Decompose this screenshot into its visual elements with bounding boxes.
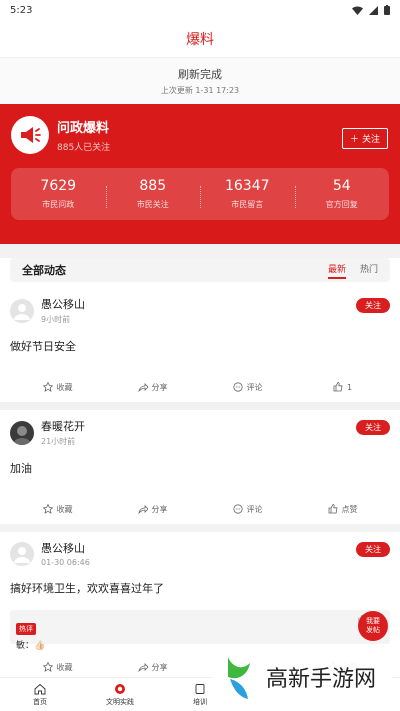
- like-button[interactable]: 1: [295, 382, 390, 392]
- refresh-indicator: 刷新完成 上次更新 1-31 17:23: [0, 58, 400, 104]
- stat-label: 市民留言: [231, 200, 264, 209]
- thumbs-up-icon: [328, 504, 337, 514]
- hot-comment[interactable]: 热评 敏：👍🏻 点赞: [10, 610, 390, 651]
- home-icon: [34, 683, 46, 694]
- book-icon: [195, 683, 205, 694]
- follower-count: 885人已关注: [57, 143, 111, 153]
- post-time: 01-30 06:46: [41, 558, 90, 567]
- collect-button[interactable]: 收藏: [10, 662, 105, 673]
- watermark: 高新手游网: [212, 649, 392, 705]
- stat-item[interactable]: 7629 市民问政: [11, 178, 106, 210]
- hot-comment-tag: 热评: [16, 623, 36, 635]
- feed-header: 全部动态 最新 热门: [10, 258, 390, 282]
- star-icon: [42, 504, 53, 514]
- share-button[interactable]: 分享: [105, 662, 200, 673]
- user-name[interactable]: 春暖花开: [41, 418, 85, 434]
- stat-value: 54: [332, 178, 351, 194]
- user-name[interactable]: 愚公移山: [41, 296, 85, 312]
- channel-header: 问政爆料 885人已关注 ＋ 关注 7629 市民问政 885 市民关注 163…: [0, 104, 400, 244]
- post-card[interactable]: 春暖花开 21小时前 关注 加油 收藏 分享 评论 点赞: [0, 410, 400, 532]
- post-actions: 收藏 分享 评论 点赞: [10, 494, 390, 524]
- stat-item[interactable]: 16347 市民留言: [200, 178, 295, 210]
- user-icon: [14, 546, 30, 563]
- watermark-logo: [228, 657, 250, 699]
- comment-button[interactable]: 评论: [200, 504, 295, 515]
- last-updated: 上次更新 1-31 17:23: [160, 86, 240, 95]
- status-bar: 5:23: [0, 0, 400, 20]
- system-icons: [352, 5, 390, 15]
- collect-button[interactable]: 收藏: [10, 504, 105, 515]
- post-content: 搞好环境卫生，欢欢喜喜过年了: [10, 582, 164, 595]
- follow-channel-button[interactable]: ＋ 关注: [341, 128, 388, 149]
- avatar[interactable]: [10, 420, 34, 445]
- share-icon: [137, 663, 148, 672]
- divider: [0, 244, 400, 258]
- share-icon: [137, 505, 148, 514]
- comment-button[interactable]: 评论: [200, 382, 295, 393]
- clock: 5:23: [10, 4, 33, 16]
- new-post-button[interactable]: 我要 发帖: [358, 611, 388, 641]
- wifi-icon: [352, 5, 363, 15]
- comment-icon: [232, 504, 243, 514]
- share-icon: [137, 383, 148, 392]
- star-icon: [42, 662, 53, 672]
- share-button[interactable]: 分享: [105, 504, 200, 515]
- stat-label: 市民关注: [136, 200, 169, 209]
- post-content: 做好节日安全: [10, 340, 76, 353]
- megaphone-icon: [11, 116, 49, 154]
- like-button[interactable]: 点赞: [295, 504, 390, 515]
- nav-civilization[interactable]: 文明实践: [80, 678, 160, 711]
- avatar[interactable]: [10, 298, 34, 323]
- stat-value: 885: [139, 178, 167, 194]
- post-actions: 收藏 分享 评论 1: [10, 372, 390, 402]
- stat-value: 7629: [40, 178, 77, 194]
- emblem-icon: [115, 683, 125, 694]
- comment-icon: [232, 382, 243, 392]
- follow-button[interactable]: 关注: [356, 420, 390, 435]
- avatar[interactable]: [10, 541, 34, 566]
- battery-icon: [384, 5, 390, 15]
- channel-name: 问政爆料: [57, 121, 110, 136]
- follow-label: 关注: [361, 135, 380, 145]
- plus-icon: ＋: [349, 135, 359, 145]
- follow-button[interactable]: 关注: [356, 542, 390, 557]
- top-bar: 爆料: [0, 20, 400, 58]
- post-time: 21小时前: [41, 437, 76, 446]
- page-title: 爆料: [186, 31, 214, 48]
- feed-title: 全部动态: [22, 264, 66, 277]
- stat-label: 市民问政: [42, 200, 75, 209]
- refresh-status: 刷新完成: [178, 68, 222, 81]
- stat-value: 16347: [224, 178, 270, 194]
- stat-item[interactable]: 885 市民关注: [105, 178, 201, 210]
- user-photo-icon: [13, 425, 31, 445]
- user-name[interactable]: 愚公移山: [41, 540, 90, 556]
- post-card[interactable]: 愚公移山 9小时前 关注 做好节日安全 收藏 分享 评论 1: [0, 288, 400, 410]
- collect-button[interactable]: 收藏: [10, 382, 105, 393]
- user-icon: [14, 303, 30, 320]
- thumbs-up-icon: [333, 382, 343, 392]
- stat-label: 官方回复: [325, 200, 358, 209]
- post-content: 加油: [10, 462, 32, 475]
- star-icon: [42, 382, 53, 392]
- stats-panel: 7629 市民问政 885 市民关注 16347 市民留言 54 官方回复: [11, 168, 389, 220]
- stat-item[interactable]: 54 官方回复: [294, 178, 390, 210]
- nav-home[interactable]: 首页: [0, 678, 80, 711]
- watermark-text: 高新手游网: [266, 667, 377, 692]
- post-time: 9小时前: [41, 315, 71, 324]
- follow-button[interactable]: 关注: [356, 298, 390, 313]
- signal-icon: [369, 5, 378, 15]
- tab-hot[interactable]: 热门: [360, 262, 378, 279]
- share-button[interactable]: 分享: [105, 382, 200, 393]
- tab-latest[interactable]: 最新: [327, 262, 346, 279]
